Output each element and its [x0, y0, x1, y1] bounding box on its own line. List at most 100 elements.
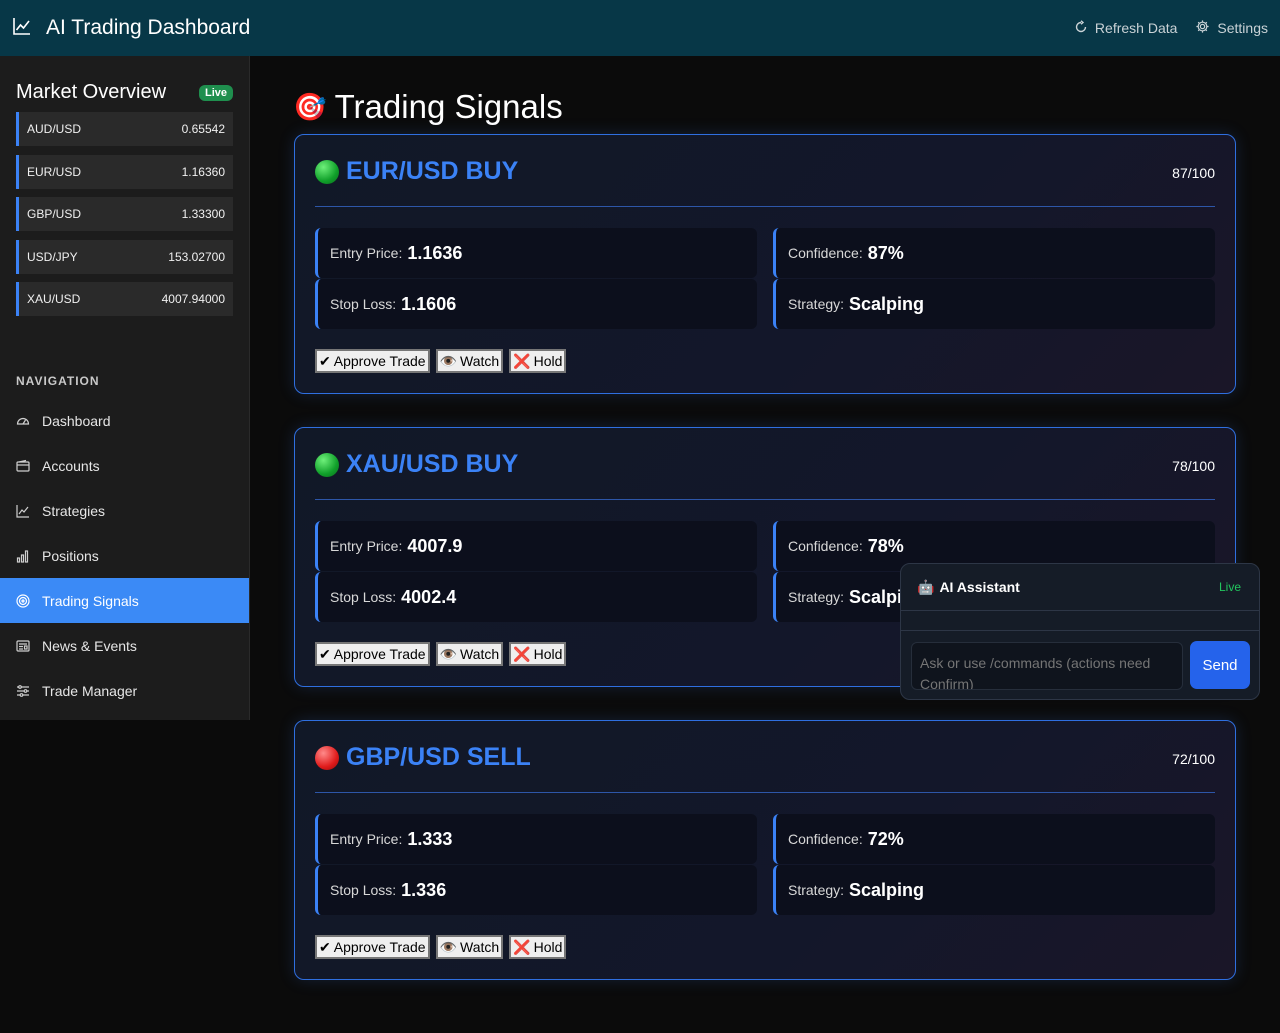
buy-indicator-icon — [315, 159, 339, 184]
signal-actions: ✔ Approve Trade 👁️ Watch ❌ Hold — [315, 642, 567, 666]
ai-assistant-title: 🤖 AI Assistant — [917, 579, 1020, 596]
signal-actions: ✔ Approve Trade 👁️ Watch ❌ Hold — [315, 935, 567, 959]
refresh-label: Refresh Data — [1094, 20, 1178, 36]
approve-trade-label: Approve Trade — [333, 353, 426, 369]
ai-assistant-title-text: AI Assistant — [939, 579, 1020, 595]
sidebar-item-strategies[interactable]: Strategies — [0, 488, 249, 533]
market-overview-header: Market Overview Live — [0, 56, 249, 112]
buy-indicator-icon — [315, 452, 339, 477]
signal-score: 78/100 — [1172, 458, 1215, 474]
watch-label: Watch — [460, 646, 500, 662]
hold-button[interactable]: ❌ Hold — [509, 642, 567, 666]
quote-row[interactable]: XAU/USD 4007.94000 — [16, 282, 233, 316]
quote-row[interactable]: AUD/USD 0.65542 — [16, 112, 233, 146]
target-icon — [16, 593, 30, 608]
refresh-data-button[interactable]: Refresh Data — [1074, 19, 1178, 37]
ai-assistant-status: Live — [1218, 580, 1241, 594]
quote-price: 1.16360 — [181, 164, 225, 179]
hold-label: Hold — [533, 646, 563, 662]
quote-price: 0.65542 — [181, 122, 225, 136]
sidebar-item-label: Strategies — [42, 502, 106, 519]
sidebar-item-news-events[interactable]: News & Events — [0, 623, 249, 668]
approve-trade-label: Approve Trade — [333, 939, 426, 955]
bar-chart-icon — [16, 549, 30, 563]
strategy-value: Scalping — [849, 879, 925, 900]
sidebar-item-accounts[interactable]: Accounts — [0, 443, 249, 488]
settings-button[interactable]: Settings — [1195, 19, 1268, 37]
signal-title: GBP/USD SELL — [315, 743, 531, 772]
signal-card: EUR/USD BUY 87/100 Entry Price: 1.1636 Co… — [294, 134, 1236, 394]
quote-row[interactable]: USD/JPY 153.02700 — [16, 239, 233, 274]
stop-loss-label: Stop Loss: — [330, 589, 397, 605]
market-overview-title: Market Overview — [16, 81, 167, 103]
page-title: 🎯 Trading Signals — [293, 88, 563, 126]
signal-card-header: GBP/USD SELL 72/100 — [315, 743, 1215, 793]
sidebar-item-trading-signals[interactable]: Trading Signals — [0, 578, 249, 623]
watch-button[interactable]: 👁️ Watch — [435, 642, 504, 666]
stop-loss: Stop Loss: 1.336 — [315, 865, 757, 915]
sidebar-item-label: Accounts — [42, 457, 100, 474]
checkmark-icon: ✔ — [319, 645, 331, 662]
sidebar-item-label: Positions — [42, 547, 99, 564]
entry-price-value: 4007.9 — [407, 535, 463, 556]
speedometer-icon — [16, 414, 30, 428]
eye-icon: 👁️ — [439, 938, 458, 955]
quote-price: 4007.94000 — [161, 292, 225, 306]
sidebar-item-trade-manager[interactable]: Trade Manager — [0, 668, 249, 713]
sidebar-item-dashboard[interactable]: Dashboard — [0, 398, 249, 443]
entry-price: Entry Price: 1.333 — [315, 814, 757, 864]
signal-score: 87/100 — [1172, 165, 1215, 181]
confidence: Confidence: 87% — [773, 228, 1215, 278]
cross-icon: ❌ — [513, 645, 531, 662]
strategy-label: Strategy: — [788, 882, 845, 898]
strategy: Strategy: Scalping — [773, 865, 1215, 915]
sell-indicator-icon — [315, 745, 339, 770]
signal-title-text: GBP/USD SELL — [346, 743, 531, 771]
sidebar-item-positions[interactable]: Positions — [0, 533, 249, 578]
entry-price-value: 1.333 — [407, 828, 453, 849]
watch-button[interactable]: 👁️ Watch — [435, 935, 504, 959]
signal-card-header: XAU/USD BUY 78/100 — [315, 450, 1215, 500]
confidence: Confidence: 72% — [773, 814, 1215, 864]
quote-price: 1.33300 — [181, 207, 225, 221]
signal-actions: ✔ Approve Trade 👁️ Watch ❌ Hold — [315, 349, 567, 373]
signal-score: 72/100 — [1172, 751, 1215, 767]
stop-loss-value: 1.336 — [401, 879, 447, 900]
wallet-icon — [16, 459, 30, 473]
watch-label: Watch — [460, 939, 500, 955]
checkmark-icon: ✔ — [319, 352, 331, 369]
entry-price-value: 1.1636 — [407, 242, 463, 263]
watch-label: Watch — [460, 353, 500, 369]
quote-pair: USD/JPY — [27, 249, 78, 264]
app-title: AI Trading Dashboard — [46, 16, 251, 39]
live-badge: Live — [198, 84, 233, 101]
strategy-label: Strategy: — [788, 296, 845, 312]
confidence-value: 78% — [867, 535, 904, 556]
quote-row[interactable]: GBP/USD 1.33300 — [16, 197, 233, 231]
signal-card: GBP/USD SELL 72/100 Entry Price: 1.333 Co… — [294, 720, 1236, 980]
signal-title-text: EUR/USD BUY — [346, 157, 519, 185]
cross-icon: ❌ — [513, 938, 531, 955]
signal-title-text: XAU/USD BUY — [346, 450, 519, 478]
navigation-label: NAVIGATION — [16, 374, 100, 388]
confidence-value: 72% — [867, 828, 904, 849]
signal-title: XAU/USD BUY — [315, 450, 518, 479]
navigation-menu: Dashboard Accounts Strategies Positions … — [0, 398, 249, 713]
confidence-label: Confidence: — [788, 245, 863, 261]
quote-row[interactable]: EUR/USD 1.16360 — [16, 154, 233, 189]
send-button[interactable]: Send — [1190, 641, 1250, 689]
stop-loss-label: Stop Loss: — [330, 296, 397, 312]
sidebar-item-label: Trade Manager — [42, 682, 138, 699]
approve-trade-button[interactable]: ✔ Approve Trade — [315, 349, 430, 373]
watch-button[interactable]: 👁️ Watch — [435, 349, 504, 373]
chat-input[interactable] — [911, 642, 1183, 690]
quote-list: AUD/USD 0.65542 EUR/USD 1.16360 GBP/USD 1.3… — [0, 112, 249, 316]
hold-button[interactable]: ❌ Hold — [509, 935, 567, 959]
robot-icon: 🤖 — [917, 578, 935, 595]
entry-price-label: Entry Price: — [330, 538, 403, 554]
sliders-icon — [16, 684, 30, 698]
hold-button[interactable]: ❌ Hold — [509, 349, 567, 373]
approve-trade-button[interactable]: ✔ Approve Trade — [315, 935, 430, 959]
sidebar-item-label: Trading Signals — [42, 592, 139, 609]
approve-trade-button[interactable]: ✔ Approve Trade — [315, 642, 430, 666]
